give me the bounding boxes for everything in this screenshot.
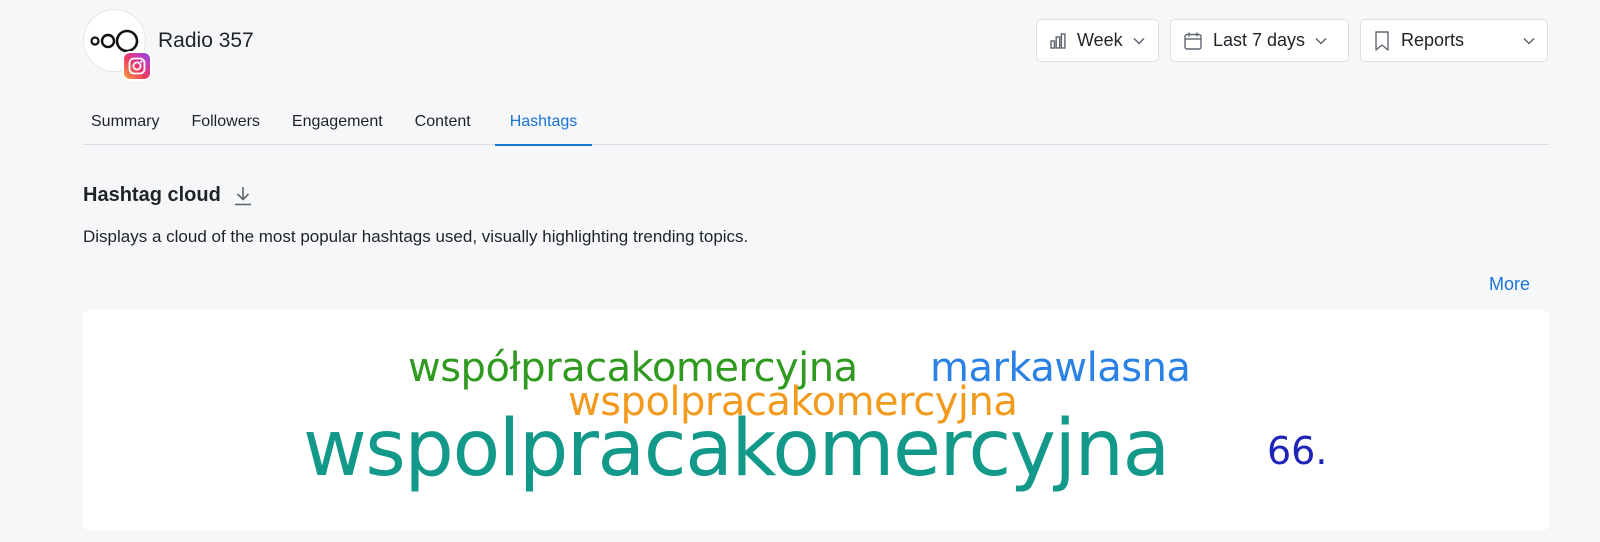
section-title: Hashtag cloud	[83, 184, 221, 206]
profile-name: Radio 357	[158, 28, 254, 52]
profile-header: Radio 357	[83, 9, 254, 81]
date-range-label: Last 7 days	[1213, 30, 1306, 50]
more-link[interactable]: More	[1489, 274, 1530, 295]
radio357-logo-icon	[89, 29, 140, 53]
tab-hashtags[interactable]: Hashtags	[494, 103, 593, 146]
toolbar-controls: Week Last 7 days Reports	[1036, 19, 1548, 62]
reports-label: Reports	[1401, 30, 1465, 50]
tab-bar: Summary Followers Engagement Content Has…	[83, 103, 1549, 146]
tab-content[interactable]: Content	[407, 103, 479, 145]
chevron-down-icon	[1315, 37, 1327, 45]
bookmark-icon	[1373, 30, 1391, 52]
section-description: Displays a cloud of the most popular has…	[83, 227, 749, 246]
hashtag-cloud: współpracakomercyjna markawlasna wspolpr…	[83, 310, 1549, 530]
bar-chart-icon	[1049, 32, 1067, 50]
avatar[interactable]	[83, 9, 152, 81]
download-icon[interactable]	[233, 185, 253, 207]
reports-dropdown[interactable]: Reports	[1360, 19, 1548, 62]
calendar-icon	[1183, 31, 1203, 51]
tab-followers[interactable]: Followers	[183, 103, 267, 145]
instagram-icon	[122, 51, 152, 81]
tab-summary[interactable]: Summary	[83, 103, 167, 145]
section-heading: Hashtag cloud	[83, 184, 253, 207]
chevron-down-icon	[1523, 37, 1535, 45]
chevron-down-icon	[1133, 37, 1145, 45]
period-label: Week	[1077, 30, 1123, 50]
hashtag-word[interactable]: 66.	[1267, 432, 1327, 470]
date-range-dropdown[interactable]: Last 7 days	[1170, 19, 1349, 62]
tab-engagement[interactable]: Engagement	[284, 103, 391, 145]
hashtag-word[interactable]: wspolpracakomercyjna	[303, 410, 1170, 488]
period-dropdown[interactable]: Week	[1036, 19, 1159, 62]
